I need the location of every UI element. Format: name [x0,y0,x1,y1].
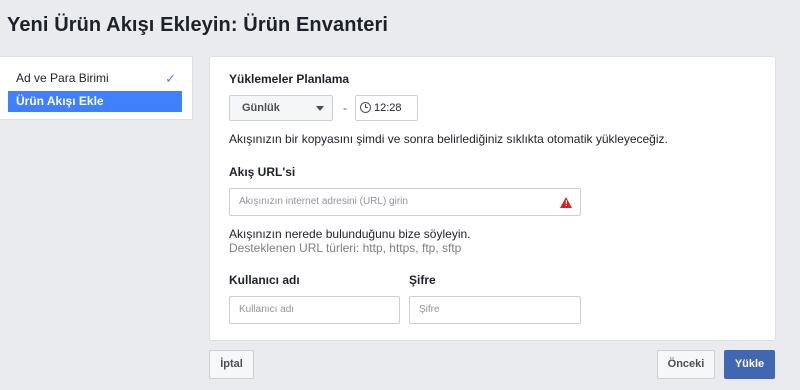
clock-icon [360,102,371,113]
time-input[interactable]: 12:28 [355,95,418,121]
sidebar: Ad ve Para Birimi ✓ Ürün Akışı Ekle [0,56,193,120]
feed-url-placeholder: Akışınızın internet adresini (URL) girin [239,196,408,207]
sidebar-item-label: Ad ve Para Birimi [16,71,109,85]
sidebar-item-add-feed[interactable]: Ürün Akışı Ekle [8,91,182,112]
username-label: Kullanıcı adı [229,273,300,287]
username-input[interactable]: Kullanıcı adı [229,296,400,324]
warning-icon: ! [560,197,572,208]
schedule-label: Yüklemeler Planlama [229,72,350,86]
feed-url-label: Akış URL'si [229,165,296,179]
feed-url-help: Akışınızın nerede bulunduğunu bize söyle… [229,227,471,241]
time-value: 12:28 [374,102,402,114]
previous-button[interactable]: Önceki [657,350,715,379]
feed-url-input[interactable]: Akışınızın internet adresini (URL) girin… [229,188,581,216]
upload-button[interactable]: Yükle [724,350,775,379]
password-input[interactable]: Şifre [409,296,581,324]
schedule-description: Akışınızın bir kopyasını şimdi ve sonra … [229,132,668,146]
cancel-button[interactable]: İptal [209,350,254,379]
time-separator: - [343,101,347,115]
supported-url-types: Desteklenen URL türleri: http, https, ft… [229,241,462,255]
page-title: Yeni Ürün Akışı Ekleyin: Ürün Envanteri [7,14,389,36]
chevron-down-icon [316,106,324,111]
frequency-value: Günlük [242,102,280,114]
feed-form-panel: Yüklemeler Planlama Günlük - 12:28 Akışı… [209,56,776,341]
sidebar-item-label: Ürün Akışı Ekle [16,94,104,108]
frequency-select[interactable]: Günlük [229,95,333,121]
check-icon: ✓ [165,71,176,86]
username-placeholder: Kullanıcı adı [239,304,295,315]
password-label: Şifre [409,273,436,287]
sidebar-item-name-currency[interactable]: Ad ve Para Birimi ✓ [8,68,182,89]
password-placeholder: Şifre [419,304,440,315]
